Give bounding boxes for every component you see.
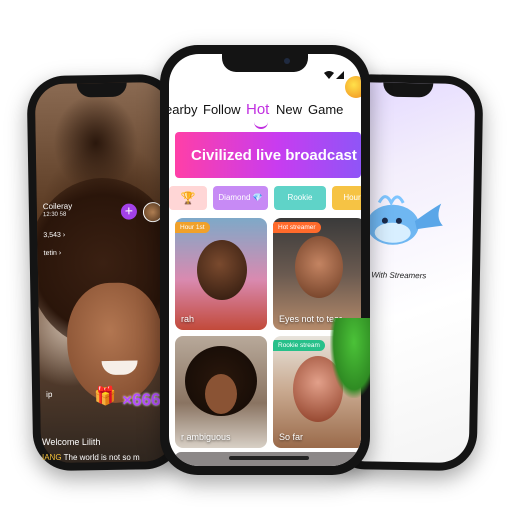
hot-feed-screen: earby Follow Hot New Game Civilized live…	[169, 54, 361, 466]
streamer-id: 12:30 58	[42, 211, 67, 219]
active-tab-indicator	[254, 122, 268, 129]
phone-notch	[222, 54, 308, 72]
tab-nearby[interactable]: earby	[169, 102, 198, 117]
side-label: ip	[46, 389, 53, 400]
card-title: So far	[279, 432, 304, 442]
streamer-face	[205, 374, 237, 414]
card-title: rah	[181, 314, 195, 324]
whale-mascot-icon	[366, 195, 443, 245]
stream-tag[interactable]: tetin ›	[44, 250, 62, 257]
center-phone: earby Follow Hot New Game Civilized live…	[160, 45, 370, 475]
tab-follow[interactable]: Follow	[203, 102, 241, 117]
category-diamond-label: Diamond	[218, 193, 251, 202]
home-indicator[interactable]	[229, 456, 309, 460]
chat-message: IANG The world is not so m	[42, 453, 140, 462]
banner-title: Civilized live broadcast	[191, 147, 357, 164]
streamer-photo	[295, 236, 343, 298]
app-slogan: er With Streamers	[361, 270, 427, 281]
category-trophy[interactable]: 🏆	[169, 186, 207, 210]
streamer-photo	[197, 240, 247, 300]
card-badge: Hot streamer	[273, 222, 321, 233]
viewer-count[interactable]: 3,543 ›	[43, 232, 65, 239]
trophy-icon: 🏆	[180, 191, 196, 205]
category-hour[interactable]: Hour	[332, 186, 361, 210]
gift-combo-count: ×666	[122, 390, 161, 410]
rank-badge-icon[interactable]	[345, 76, 361, 98]
card-badge: Rookie stream	[273, 340, 325, 351]
category-rookie-label: Rookie	[287, 193, 313, 202]
stream-card[interactable]: r ambiguous	[175, 336, 267, 448]
stream-card[interactable]: Hot streamer Eyes not to tear	[273, 218, 361, 330]
top-tab-bar: earby Follow Hot New Game	[169, 101, 361, 129]
gift-icon: 🎁	[93, 385, 117, 407]
category-diamond[interactable]: Diamond 💎	[213, 186, 268, 210]
wifi-signal-icon	[324, 71, 344, 79]
decorative-plant	[330, 318, 370, 398]
live-stream-screen: Coileray 12:30 58 + 3,543 › tetin › ip 🎁…	[34, 81, 176, 464]
welcome-message: Welcome Lilith	[42, 437, 101, 447]
card-title: r ambiguous	[181, 432, 231, 442]
streamer-name: Coileray	[42, 201, 73, 212]
category-hour-label: Hour	[343, 193, 361, 202]
diamond-icon: 💎	[252, 193, 263, 202]
status-bar	[323, 70, 345, 82]
chat-user-tag: IANG	[42, 453, 62, 462]
tab-game[interactable]: Game	[308, 102, 343, 117]
category-rookie[interactable]: Rookie	[274, 186, 326, 210]
card-badge: Hour 1st	[175, 222, 210, 233]
chat-text: The world is not so m	[63, 453, 140, 462]
stream-card[interactable]: Hour 1st rah	[175, 218, 267, 330]
category-row: 🏆 Diamond 💎 Rookie Hour	[169, 186, 361, 212]
tab-hot[interactable]: Hot	[246, 101, 269, 118]
phone-notch	[383, 82, 434, 98]
tab-new[interactable]: New	[276, 102, 302, 117]
